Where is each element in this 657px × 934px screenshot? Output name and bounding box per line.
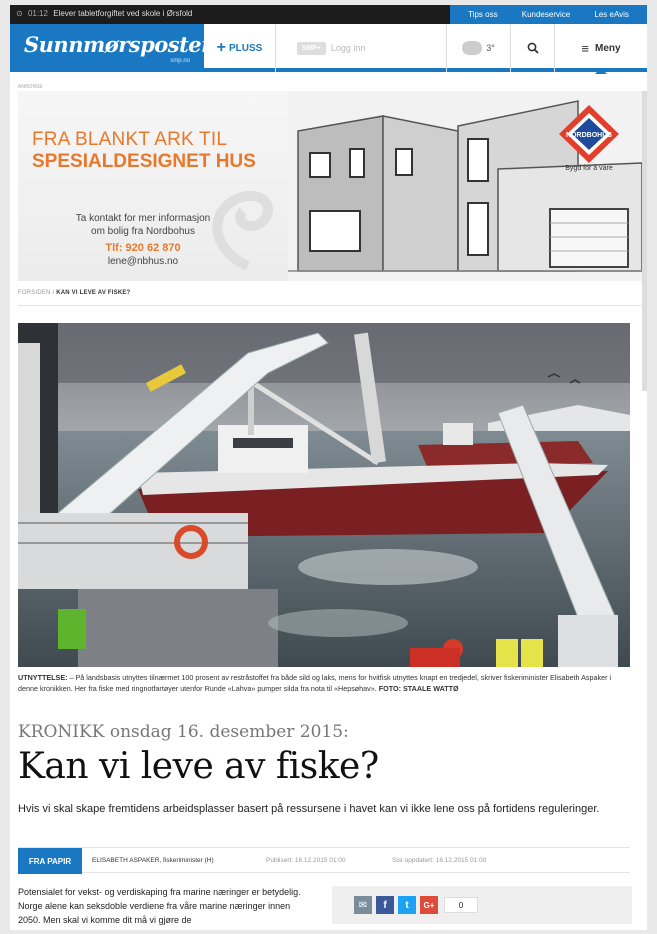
updated-date: Sist oppdatert: 16.12.2015 01:00 (392, 857, 487, 864)
caption-label: UTNYTTELSE: (18, 673, 68, 682)
cloud-icon (462, 41, 483, 55)
nordbohus-tagline: Bygd for å vare (565, 165, 613, 172)
login-button[interactable]: SMP+ Logg inn (276, 24, 386, 72)
hamburger-icon: ≡ (581, 40, 590, 56)
nordbohus-brand: NORDBOHUS (566, 132, 612, 139)
photo-caption: UTNYTTELSE: – På landsbasis utnyttes til… (18, 672, 630, 694)
ad-contact-line-2: om bolig fra Nordbohus (91, 226, 195, 237)
advertisement-banner[interactable]: FRA BLANKT ARK TIL SPESIALDESIGNET HUS T… (18, 91, 642, 281)
published-date: Publisert: 16.12.2015 01:00 (266, 857, 346, 864)
ad-label: ANNONSE (18, 84, 43, 90)
share-bar: ✉ f t G+ 0 (332, 886, 632, 924)
facebook-icon: f (383, 899, 387, 911)
caption-credit: FOTO: STAALE WATTØ (378, 684, 459, 693)
breadcrumb-current: KAN VI LEVE AV FISKE? (56, 290, 131, 296)
ad-phone: Tlf: 920 62 870 (105, 242, 181, 254)
mail-icon: ✉ (358, 899, 368, 911)
nordbohus-logo: NORDBOHUS Bygd for å vare (556, 103, 622, 172)
article-meta: FRA PAPIR ELISABETH ASPAKER, fiskerimini… (18, 847, 630, 874)
facebook-share-button[interactable]: f (376, 896, 394, 914)
site-logo[interactable]: Sunnmørsposten smp.no (10, 24, 216, 72)
menu-label: Meny (595, 42, 621, 54)
breadcrumb: FORSIDEN / KAN VI LEVE AV FISKE? (18, 290, 131, 296)
login-label: Logg inn (330, 43, 366, 53)
twitter-icon: t (405, 899, 409, 911)
ticker-headline[interactable]: Elever tabletforgiftet ved skole i Ørsfo… (53, 9, 192, 18)
gplus-share-button[interactable]: G+ (420, 896, 438, 914)
fishing-boats-image (18, 323, 630, 667)
ad-contact-line-1: Ta kontakt for mer informasjon (75, 213, 211, 224)
pluss-button[interactable]: + PLUSS (204, 24, 276, 72)
side-strip (642, 91, 647, 391)
author-name[interactable]: ELISABETH ASPAKER, fiskeriminister (H) (92, 857, 214, 864)
article-headline: Kan vi leve av fiske? (18, 746, 379, 787)
mail-share-button[interactable]: ✉ (354, 896, 372, 914)
google-plus-icon: G+ (423, 900, 435, 910)
logo-subtext: smp.no (170, 58, 190, 64)
divider (18, 305, 642, 306)
clock-icon: ⊙ (16, 9, 23, 18)
news-ticker[interactable]: ⊙ 01:12 Elever tabletforgiftet ved skole… (16, 9, 192, 18)
tips-link[interactable]: Tips oss (468, 10, 498, 19)
ad-headline-2: SPESIALDESIGNET HUS (32, 151, 256, 172)
article-kicker: KRONIKK onsdag 16. desember 2015: (18, 722, 349, 742)
article-body: Potensialet for vekst- og verdiskaping f… (18, 887, 301, 925)
share-count: 0 (444, 897, 478, 913)
menu-pointer (595, 68, 607, 74)
eavis-link[interactable]: Les eAvis (594, 10, 629, 19)
article-lede: Hvis vi skal skape fremtidens arbeidspla… (18, 803, 600, 815)
plus-icon: + (216, 39, 226, 56)
menu-button[interactable]: ≡ Meny (554, 24, 647, 72)
customer-service-link[interactable]: Kundeservice (522, 10, 570, 19)
ad-headline-1: FRA BLANKT ARK TIL (32, 129, 228, 150)
search-icon (527, 42, 539, 54)
ad-email: lene@nbhus.no (107, 256, 179, 267)
source-badge[interactable]: FRA PAPIR (18, 848, 82, 874)
caption-text: – På landsbasis utnyttes tilnærmet 100 p… (18, 673, 612, 693)
breadcrumb-home[interactable]: FORSIDEN (18, 290, 51, 296)
twitter-share-button[interactable]: t (398, 896, 416, 914)
weather-widget[interactable]: 3° (446, 24, 510, 72)
article-photo[interactable] (18, 323, 630, 667)
pluss-label: PLUSS (229, 42, 263, 54)
site-header: Sunnmørsposten smp.no + PLUSS SMP+ Logg … (10, 24, 647, 72)
smp-plus-badge: SMP+ (296, 41, 326, 55)
top-ticker-bar: ⊙ 01:12 Elever tabletforgiftet ved skole… (10, 5, 647, 24)
ticker-time: 01:12 (27, 9, 48, 18)
weather-temp: 3° (486, 43, 495, 53)
logo-text: Sunnmørsposten (24, 32, 216, 57)
search-button[interactable] (510, 24, 554, 72)
top-links: Tips oss Kundeservice Les eAvis (450, 5, 647, 24)
page: ⊙ 01:12 Elever tabletforgiftet ved skole… (10, 5, 647, 930)
